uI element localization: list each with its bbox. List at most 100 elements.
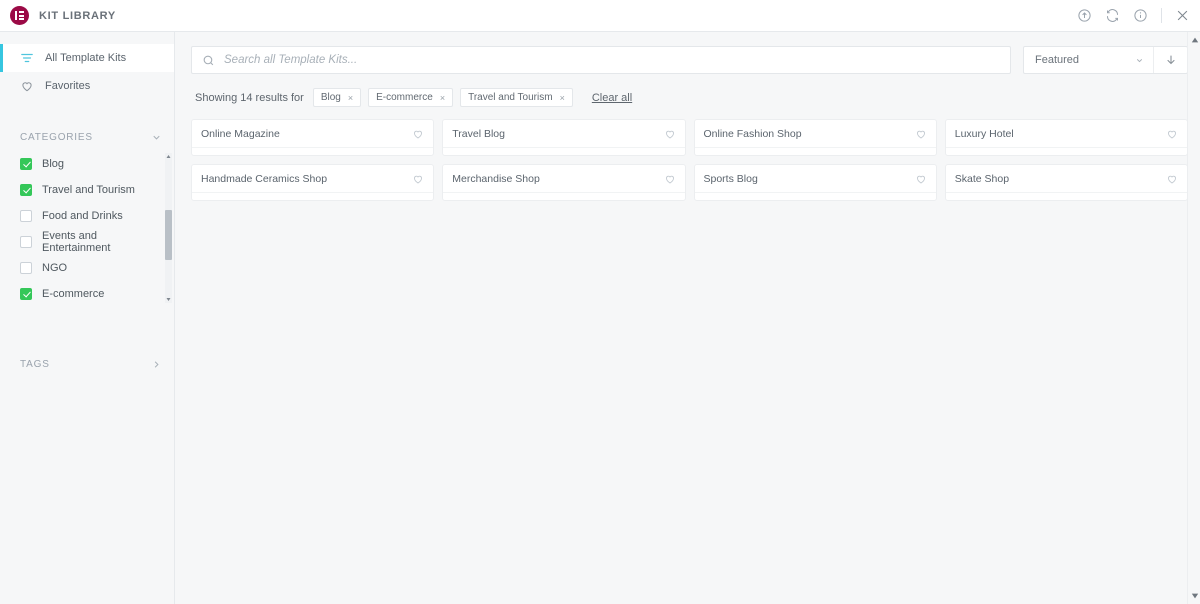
sync-icon[interactable] [1105, 8, 1120, 23]
sort-select[interactable]: Featured [1024, 47, 1153, 73]
filter-chip-travel-and-tourism[interactable]: Travel and Tourism × [460, 88, 573, 107]
kit-card-luxury-hotel[interactable]: Luxury Hotel PRO [944, 119, 1188, 156]
chip-label: E-commerce [376, 92, 433, 103]
categories-scrollbar[interactable] [165, 153, 172, 303]
category-travel-and-tourism[interactable]: Travel and Tourism [20, 177, 160, 203]
search-input[interactable] [224, 54, 1000, 66]
card-preview: PRO A. The Adventurers [443, 148, 684, 155]
tags-heading: TAGS [20, 359, 50, 370]
card-title: Merchandise Shop [452, 172, 540, 185]
heart-icon [22, 82, 32, 92]
sidebar-item-label: All Template Kits [45, 52, 127, 64]
chip-remove-icon[interactable]: × [440, 93, 445, 103]
search-box[interactable] [191, 46, 1011, 74]
chip-remove-icon[interactable]: × [560, 93, 565, 103]
kit-card-online-magazine[interactable]: Online Magazine PRO [191, 119, 435, 156]
card-title: Online Fashion Shop [703, 127, 802, 140]
close-icon[interactable] [1175, 8, 1190, 23]
checkbox[interactable] [20, 288, 32, 300]
card-header: Travel Blog [443, 120, 685, 148]
checkbox[interactable] [20, 210, 32, 222]
favorite-heart-icon[interactable] [915, 128, 927, 140]
title-bar: KIT LIBRARY [0, 0, 1200, 32]
card-preview: EXPERT Blush. [695, 148, 936, 155]
info-icon[interactable] [1133, 8, 1148, 23]
favorite-heart-icon[interactable] [1166, 128, 1178, 140]
card-preview: PRO [192, 148, 433, 155]
sort-control: Featured [1023, 46, 1188, 74]
category-ngo[interactable]: NGO [20, 255, 160, 281]
search-icon [203, 55, 214, 65]
card-title: Online Magazine [201, 127, 280, 140]
category-label: Food and Drinks [42, 210, 123, 222]
category-label: Events and Entertainment [42, 230, 111, 254]
card-header: Sports Blog [694, 165, 936, 193]
sort-direction-button[interactable] [1153, 47, 1187, 73]
page-scrollbar[interactable] [1187, 32, 1200, 604]
favorite-heart-icon[interactable] [412, 128, 424, 140]
card-header: Handmade Ceramics Shop [192, 165, 434, 193]
category-events-and-entertainment[interactable]: Events and Entertainment [20, 229, 160, 255]
checkbox[interactable] [20, 262, 32, 274]
kit-card-handmade-ceramics-shop[interactable]: Handmade Ceramics Shop PRO M [191, 164, 435, 201]
elementor-logo-icon [10, 6, 29, 25]
template-kit-grid: Online Magazine PRO [191, 119, 1188, 209]
kit-card-skate-shop[interactable]: Skate Shop PRO [944, 164, 1188, 201]
card-title: Travel Blog [452, 127, 505, 140]
chip-remove-icon[interactable]: × [348, 93, 353, 103]
card-preview: PRO MAIA CERAMICS [192, 193, 433, 200]
card-title: Skate Shop [954, 172, 1010, 185]
kit-card-merchandise-shop[interactable]: Merchandise Shop EXPERT cyberzia [442, 164, 686, 201]
favorite-heart-icon[interactable] [1166, 173, 1178, 185]
clear-all-button[interactable]: Clear all [592, 92, 632, 104]
chevron-down-icon [153, 135, 160, 140]
scroll-down-icon[interactable] [166, 297, 171, 302]
kit-card-sports-blog[interactable]: Sports Blog PRO THUNDERPLAY [693, 164, 937, 201]
sidebar-item-favorites[interactable]: Favorites [0, 72, 174, 100]
card-header: Skate Shop [945, 165, 1187, 193]
kit-library-window: KIT LIBRARY All Template Kits Favorites … [0, 0, 1200, 604]
main-content: Featured Showing 14 results for Blog × [175, 32, 1200, 604]
card-header: Merchandise Shop [443, 165, 685, 193]
tags-section-header[interactable]: TAGS [0, 359, 174, 370]
checkbox[interactable] [20, 158, 32, 170]
favorite-heart-icon[interactable] [915, 173, 927, 185]
favorite-heart-icon[interactable] [664, 173, 676, 185]
category-food-and-drinks[interactable]: Food and Drinks [20, 203, 160, 229]
sidebar: All Template Kits Favorites CATEGORIES B… [0, 32, 175, 604]
chip-label: Blog [320, 92, 341, 103]
sidebar-item-all-template-kits[interactable]: All Template Kits [0, 44, 174, 72]
category-e-commerce[interactable]: E-commerce [20, 281, 160, 307]
title-bar-actions [1077, 8, 1190, 23]
card-header: Online Fashion Shop [694, 120, 936, 148]
category-label: Travel and Tourism [42, 184, 135, 196]
divider [1161, 8, 1162, 23]
checkbox[interactable] [20, 184, 32, 196]
filter-chip-e-commerce[interactable]: E-commerce × [368, 88, 454, 107]
kit-card-online-fashion-shop[interactable]: Online Fashion Shop EXPERT Blush. [693, 119, 937, 156]
card-preview: PRO [946, 148, 1187, 155]
categories-heading: CATEGORIES [20, 132, 93, 143]
chevron-down-icon [1136, 58, 1143, 62]
favorite-heart-icon[interactable] [664, 128, 676, 140]
favorite-heart-icon[interactable] [412, 173, 424, 185]
scroll-down-icon[interactable] [1191, 592, 1199, 600]
upgrade-icon[interactable] [1077, 8, 1092, 23]
filter-chip-blog[interactable]: Blog × [312, 88, 362, 107]
toolbar: Featured [191, 32, 1188, 74]
card-title: Luxury Hotel [954, 127, 1014, 140]
results-bar: Showing 14 results for Blog × E-commerce… [191, 74, 1188, 119]
scroll-up-icon[interactable] [166, 154, 171, 159]
kit-card-travel-blog[interactable]: Travel Blog PRO A. [442, 119, 686, 156]
category-blog[interactable]: Blog [20, 151, 160, 177]
scroll-up-icon[interactable] [1191, 36, 1199, 44]
card-header: Luxury Hotel [945, 120, 1187, 148]
filter-icon [21, 53, 33, 63]
categories-section-header[interactable]: CATEGORIES [0, 132, 174, 143]
scrollbar-thumb[interactable] [165, 210, 172, 260]
sidebar-item-label: Favorites [45, 80, 91, 92]
checkbox[interactable] [20, 236, 32, 248]
chevron-right-icon [154, 361, 159, 368]
category-label: NGO [42, 262, 68, 274]
card-preview: EXPERT cyberzia [443, 193, 684, 200]
